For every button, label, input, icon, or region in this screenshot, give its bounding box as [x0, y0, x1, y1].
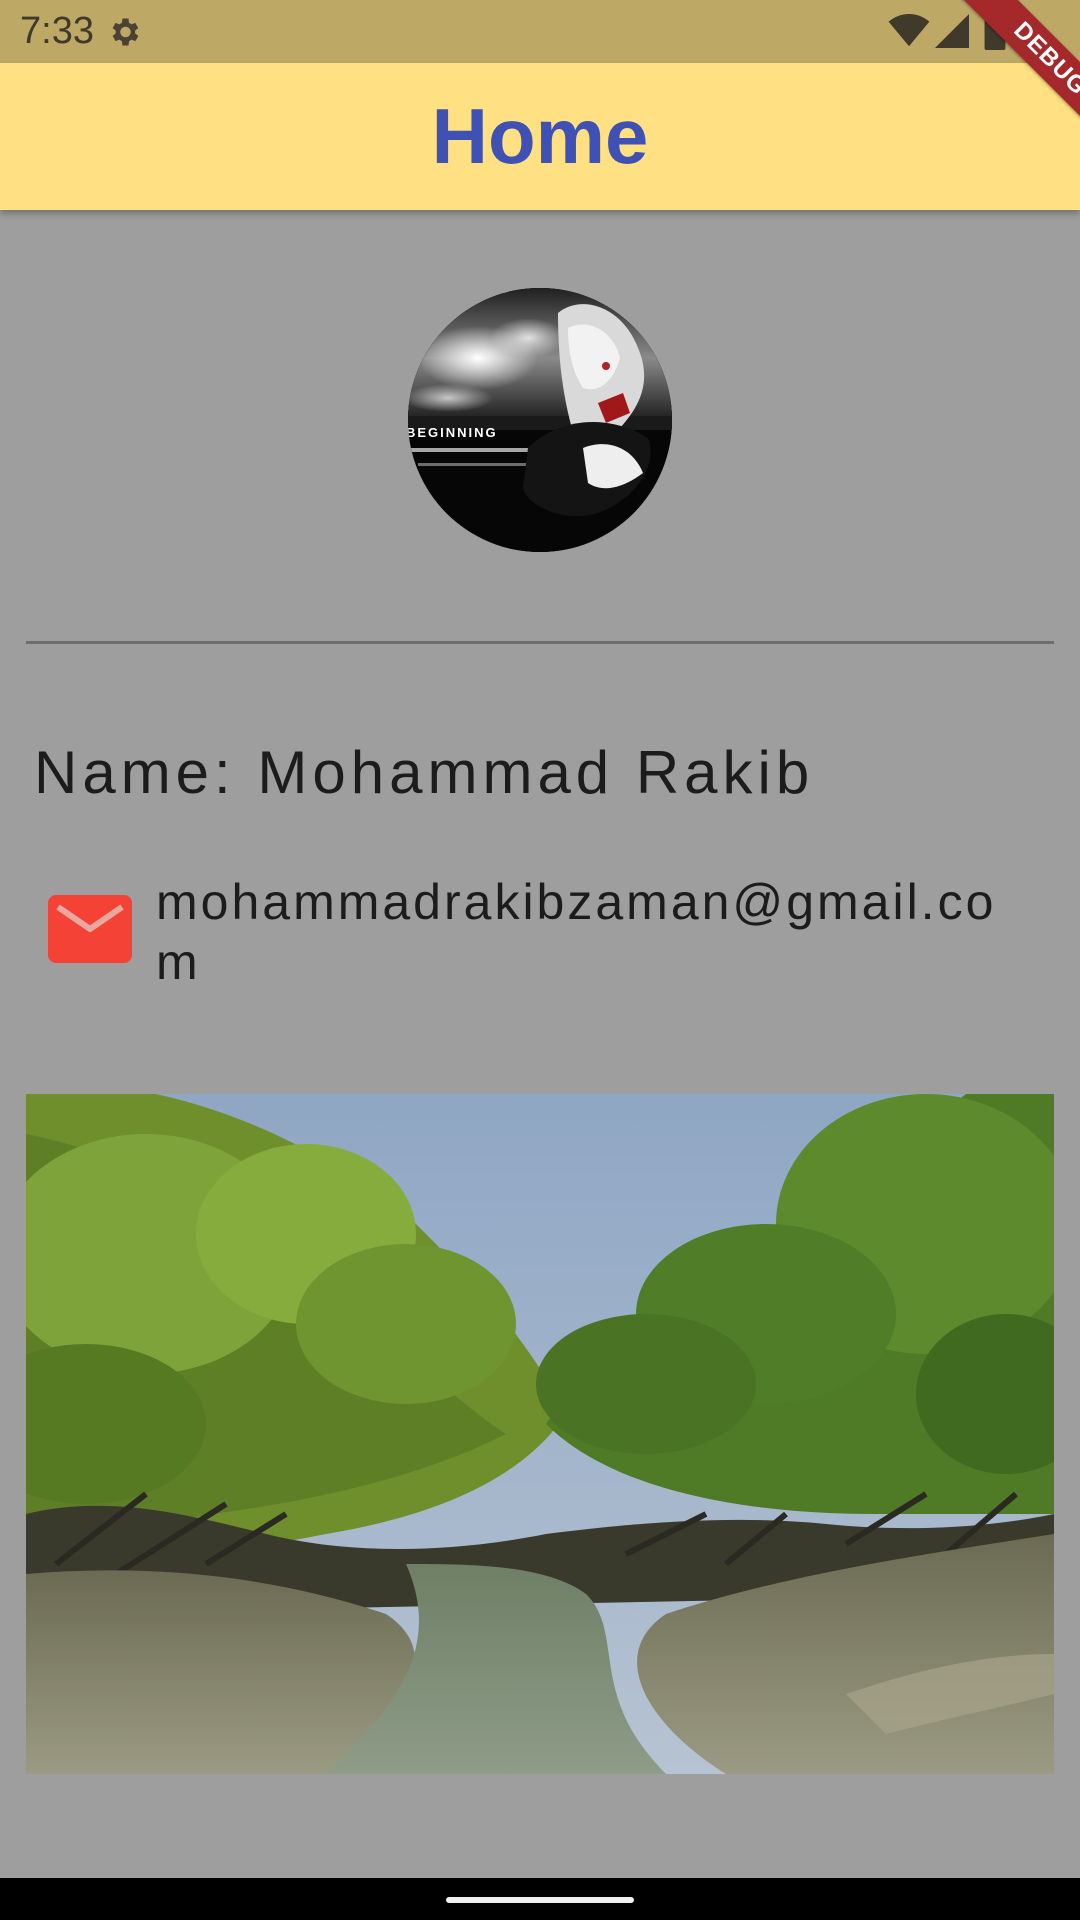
battery-icon [984, 12, 1006, 50]
status-bar: 7:33 [0, 0, 1080, 63]
avatar-caption: BEGINNING [408, 425, 498, 440]
avatar: BEGINNING [408, 288, 672, 552]
app-screen: 7:33 Home DEBUG BEGINNING Name: Mohammad… [0, 0, 1080, 1920]
wifi-icon [888, 14, 930, 47]
divider [26, 641, 1054, 644]
status-time: 7:33 [20, 10, 94, 52]
avatar-image: BEGINNING [408, 288, 672, 552]
signal-icon [935, 14, 969, 48]
profile-email[interactable]: mohammadrakibzaman@gmail.com [156, 872, 1016, 992]
landscape-image [26, 1094, 1054, 1774]
profile-name: Name: Mohammad Rakib [34, 739, 815, 806]
mail-icon[interactable] [48, 895, 132, 963]
home-indicator[interactable] [446, 1897, 634, 1903]
settings-icon [112, 18, 139, 46]
page-title: Home [431, 92, 649, 180]
app-bar: Home [0, 63, 1080, 210]
